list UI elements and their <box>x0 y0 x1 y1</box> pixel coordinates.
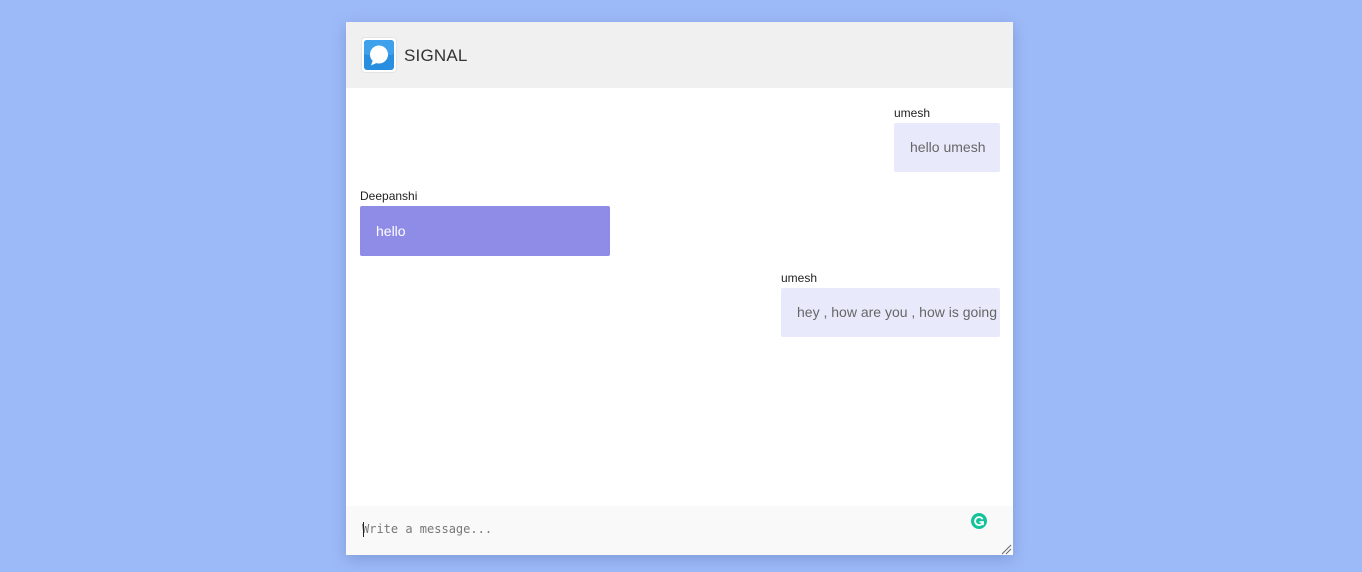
text-caret <box>363 522 364 537</box>
message-bubble: hello umesh <box>894 123 1000 172</box>
message-list: umesh hello umesh Deepanshi hello umesh … <box>346 88 1013 506</box>
message-input[interactable] <box>346 506 1013 555</box>
message-sender: umesh <box>781 271 818 285</box>
message-item: Deepanshi hello <box>360 189 610 256</box>
message-item: umesh hello umesh <box>894 106 1000 172</box>
message-sender: umesh <box>894 106 931 120</box>
message-bubble: hey , how are you , how is going <box>781 288 1000 337</box>
message-bubble: hello <box>360 206 610 256</box>
message-item: umesh hey , how are you , how is going <box>781 271 1000 337</box>
message-composer <box>346 506 1013 555</box>
resize-handle-icon[interactable] <box>1001 542 1012 555</box>
app-title: SIGNAL <box>404 46 468 65</box>
signal-logo-icon <box>362 38 396 72</box>
grammarly-icon[interactable] <box>971 513 987 529</box>
chat-header: SIGNAL <box>346 22 1013 88</box>
message-sender: Deepanshi <box>360 189 418 203</box>
chat-window: SIGNAL umesh hello umesh Deepanshi hello… <box>346 22 1013 555</box>
